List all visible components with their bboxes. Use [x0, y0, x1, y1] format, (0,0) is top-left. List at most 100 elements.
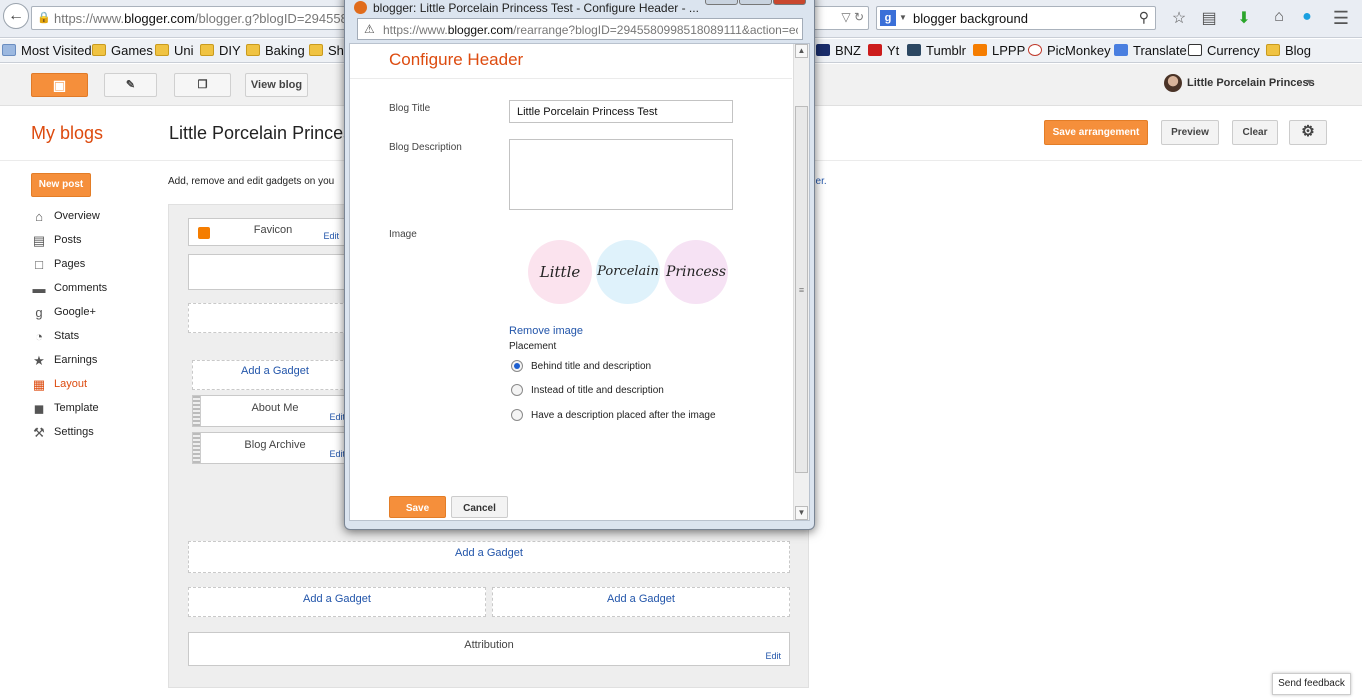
gadget-edit-link[interactable]: Edit	[329, 449, 345, 459]
save-button[interactable]: Save	[389, 496, 446, 518]
view-blog-button[interactable]: View blog	[245, 73, 308, 97]
send-feedback-button[interactable]: Send feedback	[1272, 673, 1351, 695]
engine-dropdown-icon[interactable]: ▼	[899, 13, 907, 22]
my-blogs-link[interactable]: My blogs	[31, 123, 103, 144]
blogger-logo-button[interactable]: ▣	[31, 73, 88, 97]
gadget-edit-link[interactable]: Edit	[323, 231, 339, 241]
template-icon: ◼	[33, 401, 45, 416]
user-name[interactable]: Little Porcelain Princess	[1187, 77, 1315, 89]
bookmark-most-visited[interactable]: Most Visited	[2, 43, 92, 58]
search-icon[interactable]: ⚲	[1139, 9, 1149, 26]
sidebar-item-google-plus[interactable]: g Google+	[31, 306, 96, 324]
bookmark-bnz[interactable]: BNZ	[816, 43, 861, 58]
bookmark-translate[interactable]: Translate	[1114, 43, 1187, 58]
save-arrangement-button[interactable]: Save arrangement	[1044, 120, 1148, 145]
new-post-button[interactable]: New post	[31, 173, 91, 197]
skype-icon[interactable]: ●	[1296, 8, 1318, 26]
bookmark-picmonkey[interactable]: PicMonkey	[1028, 43, 1111, 58]
radio-button[interactable]	[511, 360, 523, 372]
translate-icon	[1114, 44, 1128, 56]
sidebar-item-earnings[interactable]: ★ Earnings	[31, 354, 97, 372]
placement-option-instead[interactable]: Instead of title and description	[511, 384, 664, 396]
bookmark-games[interactable]: Games	[92, 43, 153, 58]
folder-icon	[246, 44, 260, 56]
radio-button[interactable]	[511, 384, 523, 396]
scroll-up-icon[interactable]: ▲	[795, 44, 808, 58]
maximize-button[interactable]	[739, 0, 772, 5]
close-button[interactable]	[773, 0, 806, 5]
tumblr-icon	[907, 44, 921, 56]
bookmark-star-icon[interactable]: ☆	[1168, 8, 1190, 28]
reading-list-icon[interactable]: ▤	[1198, 8, 1220, 28]
radio-button[interactable]	[511, 409, 523, 421]
bookmark-label: Games	[111, 43, 153, 58]
header-image: Little Porcelain Princess	[528, 240, 728, 306]
gadget-blog-archive[interactable]: Blog Archive Edit	[192, 432, 358, 464]
back-button[interactable]: ←	[3, 3, 29, 29]
scrollbar[interactable]: ▲ ≡ ▼	[793, 44, 809, 520]
bookmark-tumblr[interactable]: Tumblr	[907, 43, 966, 58]
menu-icon[interactable]: ☰	[1330, 8, 1352, 29]
avatar[interactable]	[1164, 74, 1182, 92]
bookmark-diy[interactable]: DIY	[200, 43, 241, 58]
sidebar-item-stats[interactable]: ◔ Stats	[31, 330, 79, 348]
gadget-about-me[interactable]: About Me Edit	[192, 395, 358, 427]
new-post-pencil-button[interactable]: ✎	[104, 73, 157, 97]
bookmark-label: Tumblr	[926, 43, 966, 58]
radio-label: Have a description placed after the imag…	[531, 410, 716, 421]
download-icon[interactable]: ⬇	[1233, 8, 1255, 28]
bookmark-blog[interactable]: Blog	[1266, 43, 1311, 58]
bookmark-yt[interactable]: Yt	[868, 43, 899, 58]
bookmark-label: Baking	[265, 43, 305, 58]
gadget-attribution[interactable]: Attribution Edit	[188, 632, 790, 666]
folder-icon	[200, 44, 214, 56]
remove-image-link[interactable]: Remove image	[509, 325, 583, 337]
google-icon[interactable]: g	[880, 10, 896, 26]
sidebar-item-template[interactable]: ◼ Template	[31, 402, 99, 420]
gadget-edit-link[interactable]: Edit	[765, 651, 781, 661]
sidebar-item-posts[interactable]: ▤ Posts	[31, 234, 82, 252]
add-gadget-footer-link[interactable]: Add a Gadget	[188, 541, 790, 573]
folder-icon	[1266, 44, 1280, 56]
bookmark-currency[interactable]: Currency	[1188, 43, 1260, 58]
gadget-favicon[interactable]: Favicon Edit	[188, 218, 358, 246]
placement-option-behind[interactable]: Behind title and description	[511, 360, 651, 372]
wrench-icon: ⚒	[33, 425, 45, 440]
posts-list-button[interactable]: ❐	[174, 73, 231, 97]
sidebar-item-comments[interactable]: ▬ Comments	[31, 282, 108, 300]
popup-address-bar[interactable]: ⚠ https://www.blogger.com/rearrange?blog…	[357, 18, 803, 40]
add-gadget-sidebar-link[interactable]: Add a Gadget	[192, 360, 358, 390]
cancel-button[interactable]: Cancel	[451, 496, 508, 518]
lock-icon: 🔒	[37, 12, 51, 24]
minimize-button[interactable]	[705, 0, 738, 5]
bookmark-baking[interactable]: Baking	[246, 43, 305, 58]
bookmark-uni[interactable]: Uni	[155, 43, 194, 58]
bookmark-lppp[interactable]: LPPP	[973, 43, 1025, 58]
blog-description-textarea[interactable]	[509, 139, 733, 210]
sidebar-item-pages[interactable]: □ Pages	[31, 258, 85, 276]
gadget-edit-link[interactable]: Edit	[329, 412, 345, 422]
placement-option-after[interactable]: Have a description placed after the imag…	[511, 409, 716, 421]
search-bar[interactable]: g ▼ blogger background ⚲	[876, 6, 1156, 30]
sidebar-item-overview[interactable]: ⌂ Overview	[31, 210, 100, 228]
preview-button[interactable]: Preview	[1161, 120, 1219, 145]
sidebar-item-settings[interactable]: ⚒ Settings	[31, 426, 94, 444]
clear-button[interactable]: Clear	[1232, 120, 1278, 145]
add-gadget-area[interactable]	[188, 303, 358, 333]
reload-icon[interactable]: ▽ ↻	[841, 10, 864, 24]
add-gadget-footer-left-link[interactable]: Add a Gadget	[188, 587, 486, 617]
gear-icon[interactable]: ⚙	[1289, 120, 1327, 145]
window-controls	[705, 0, 809, 7]
add-gadget-footer-right-link[interactable]: Add a Gadget	[492, 587, 790, 617]
chevron-down-icon[interactable]: ▼	[1305, 77, 1314, 87]
sidebar-item-label: Stats	[54, 330, 80, 342]
google-plus-icon: g	[35, 305, 43, 320]
gadget-header[interactable]	[188, 254, 358, 290]
blog-title-input[interactable]	[509, 100, 733, 123]
home-icon[interactable]: ⌂	[1268, 8, 1290, 26]
scroll-thumb[interactable]: ≡	[795, 106, 808, 473]
scroll-down-icon[interactable]: ▼	[795, 506, 808, 520]
folder-icon	[92, 44, 106, 56]
sidebar-item-layout[interactable]: ▦ Layout	[31, 378, 87, 396]
layout-intro-text: Add, remove and edit gadgets on you	[168, 176, 335, 187]
